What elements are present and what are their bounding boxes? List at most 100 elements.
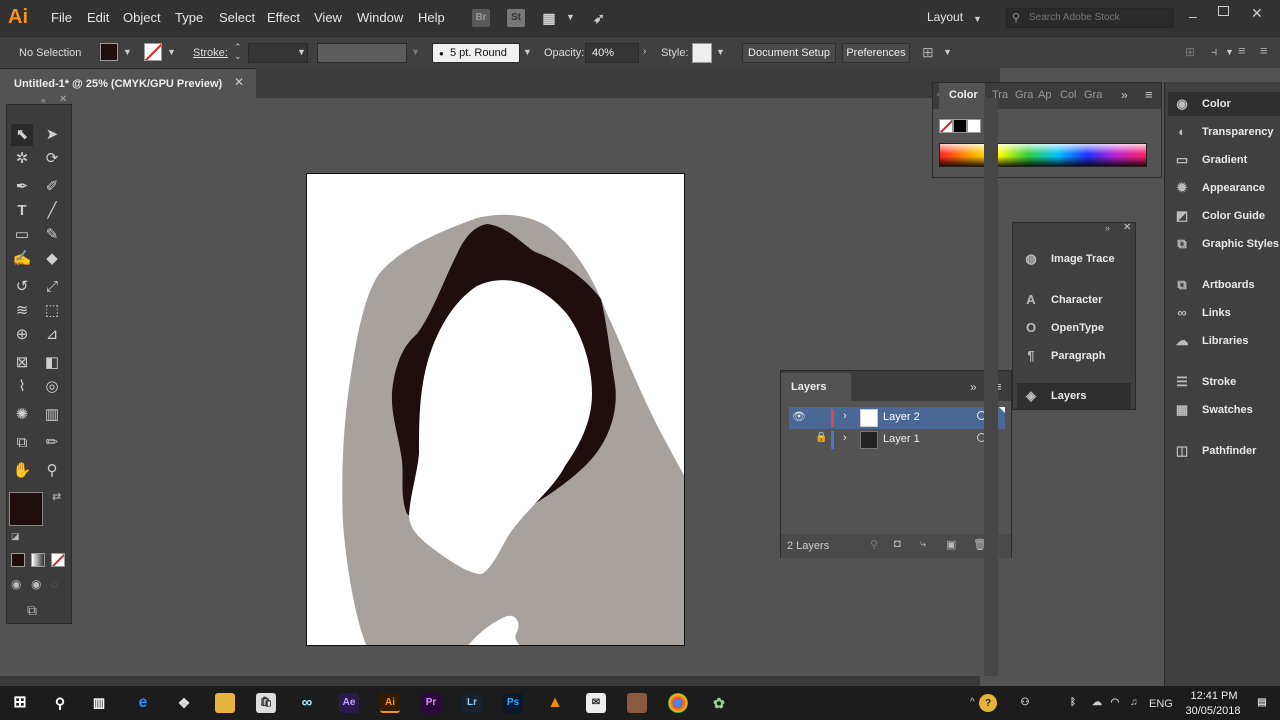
after-effects-icon[interactable]: Ae	[339, 693, 359, 713]
panel-image-trace[interactable]: ◍ Image Trace	[1017, 246, 1127, 272]
make-clipping-mask-icon[interactable]: ◘	[894, 538, 901, 550]
vlc-icon[interactable]: ▲	[545, 693, 565, 713]
preferences-button[interactable]: Preferences	[842, 43, 910, 63]
more-tabs-icon[interactable]: »	[1121, 88, 1128, 102]
document-tab[interactable]: Untitled-1* @ 25% (CMYK/GPU Preview) ✕	[0, 68, 256, 98]
locate-object-icon[interactable]: ⚲	[870, 538, 878, 551]
illustrator-taskbar-icon[interactable]: Ai	[380, 693, 400, 713]
people-icon[interactable]: ⚇	[1015, 693, 1035, 713]
stroke-stepper[interactable]: ⌃ ⌄	[234, 43, 242, 61]
chevron-down-icon[interactable]: ▼	[716, 47, 725, 57]
color-mode-icon[interactable]	[11, 553, 25, 567]
width-tool-icon[interactable]: ≋	[11, 300, 33, 322]
dock-stroke[interactable]: ☰ Stroke	[1176, 370, 1280, 394]
pen-tool-icon[interactable]: ✒	[11, 176, 33, 198]
search-box[interactable]: ⚲ Search Adobe Stock	[1006, 8, 1174, 28]
lightroom-icon[interactable]: Lr	[462, 693, 482, 713]
symbol-sprayer-icon[interactable]: ✺	[11, 404, 33, 426]
cloud-icon[interactable]: ☁	[1087, 693, 1107, 713]
lock-icon[interactable]: 🔒	[815, 432, 827, 443]
layer-row[interactable]: 👁 › Layer 2	[789, 407, 1005, 429]
dock-graphic-styles[interactable]: ⧉ Graphic Styles	[1177, 232, 1280, 256]
new-layer-icon[interactable]: ▣	[946, 538, 956, 551]
store-icon[interactable]: 🛍	[256, 693, 276, 713]
variable-width-profile[interactable]	[317, 43, 407, 63]
collapse-icon[interactable]: «	[41, 95, 46, 105]
dock-color[interactable]: ◉ Color	[1176, 92, 1280, 116]
stroke-label[interactable]: Stroke:	[193, 47, 228, 59]
panel-opentype[interactable]: O OpenType	[1017, 315, 1127, 341]
chevron-down-icon[interactable]: ▼	[123, 47, 132, 57]
document-setup-button[interactable]: Document Setup	[742, 43, 836, 63]
artboard-tool-icon[interactable]: ⧉	[11, 432, 33, 454]
mail-icon[interactable]: ✉	[586, 693, 606, 713]
column-graph-icon[interactable]: ▥	[41, 404, 63, 426]
transform-icon[interactable]: ⊞	[1185, 45, 1195, 59]
line-tool-icon[interactable]: ╱	[41, 200, 63, 222]
fill-color-swatch[interactable]	[9, 492, 43, 526]
task-view-icon[interactable]: ▥	[89, 693, 109, 713]
shape-builder-icon[interactable]: ⊕	[11, 324, 33, 346]
color-spectrum[interactable]	[939, 143, 1147, 167]
gradient-mode-icon[interactable]	[31, 553, 45, 567]
photo-app-icon[interactable]	[627, 693, 647, 713]
chrome-icon[interactable]	[668, 693, 688, 713]
dock-swatches[interactable]: ▦ Swatches	[1176, 398, 1280, 422]
draw-behind-icon[interactable]: ◉	[31, 577, 41, 591]
menu-effect[interactable]: Effect	[267, 10, 300, 25]
direct-selection-tool-icon[interactable]: ➤	[41, 124, 63, 146]
lasso-icon[interactable]: ⟳	[41, 148, 63, 170]
none-mode-icon[interactable]	[51, 553, 65, 567]
language-indicator[interactable]: ENG	[1149, 698, 1173, 710]
mesh-tool-icon[interactable]: ⊠	[11, 352, 33, 374]
panel-paragraph[interactable]: ¶ Paragraph	[1017, 343, 1127, 369]
menu-file[interactable]: File	[51, 10, 72, 25]
tab-color-guide[interactable]: Col	[1060, 89, 1077, 101]
dock-transparency[interactable]: ◐ Transparency	[1178, 120, 1280, 144]
rotate-tool-icon[interactable]: ↺	[11, 276, 33, 298]
close-tab-icon[interactable]: ✕	[234, 75, 244, 89]
panel-menu-icon[interactable]: ≡	[1145, 87, 1153, 102]
chevron-down-icon[interactable]: ▼	[566, 12, 575, 22]
layer-name[interactable]: Layer 2	[883, 411, 920, 423]
dock-pathfinder[interactable]: ◫ Pathfinder	[1176, 439, 1280, 463]
eyedropper-icon[interactable]: ⌇	[11, 376, 33, 398]
chevron-down-icon[interactable]: ▼	[943, 47, 952, 57]
volume-icon[interactable]: ♫	[1124, 693, 1144, 713]
draw-normal-icon[interactable]: ◉	[11, 577, 21, 591]
vertical-scrollbar[interactable]	[984, 98, 998, 676]
tab-layers[interactable]: Layers	[791, 381, 826, 393]
close-icon[interactable]: ✕	[1123, 222, 1131, 233]
curvature-tool-icon[interactable]: ✐	[41, 176, 63, 198]
menu-type[interactable]: Type	[175, 10, 203, 25]
file-explorer-icon[interactable]	[215, 693, 235, 713]
chevron-right-icon[interactable]: ›	[643, 46, 646, 57]
more-tabs-icon[interactable]: »	[970, 380, 977, 394]
layer-row[interactable]: 🔒 › Layer 1	[789, 429, 1005, 451]
infinity-app-icon[interactable]: ∞	[297, 693, 317, 713]
close-icon[interactable]: ✕	[59, 94, 67, 105]
help-icon[interactable]: ?	[979, 694, 997, 712]
rectangle-tool-icon[interactable]: ▭	[11, 224, 33, 246]
panel-menu-icon[interactable]: ≡	[1260, 43, 1268, 58]
white-swatch[interactable]	[967, 119, 981, 133]
visibility-eye-icon[interactable]: 👁	[792, 410, 806, 423]
zoom-tool-icon[interactable]: ⚲	[41, 460, 63, 482]
panel-layers[interactable]: ◈ Layers	[1017, 383, 1131, 409]
chevron-down-icon[interactable]: ▼	[1225, 47, 1234, 57]
stroke-swatch[interactable]	[144, 43, 162, 61]
default-colors-icon[interactable]: ◪	[11, 531, 20, 542]
tab-graphic-styles[interactable]: Gra	[1084, 89, 1102, 101]
windows-start-icon[interactable]: ⊞	[10, 693, 30, 713]
slice-tool-icon[interactable]: ✏	[41, 432, 63, 454]
hand-tool-icon[interactable]: ✋	[11, 460, 33, 482]
dock-color-guide[interactable]: ◩ Color Guide	[1176, 204, 1280, 228]
expand-layer-icon[interactable]: ›	[843, 410, 847, 422]
chevron-down-icon[interactable]: ▼	[523, 47, 532, 57]
menu-select[interactable]: Select	[219, 10, 255, 25]
eraser-tool-icon[interactable]: ◆	[41, 248, 63, 270]
layer-name[interactable]: Layer 1	[883, 433, 920, 445]
app-icon[interactable]: ✿	[709, 693, 729, 713]
search-icon[interactable]: ⚲	[50, 693, 70, 713]
graphic-style-swatch[interactable]	[692, 43, 712, 63]
